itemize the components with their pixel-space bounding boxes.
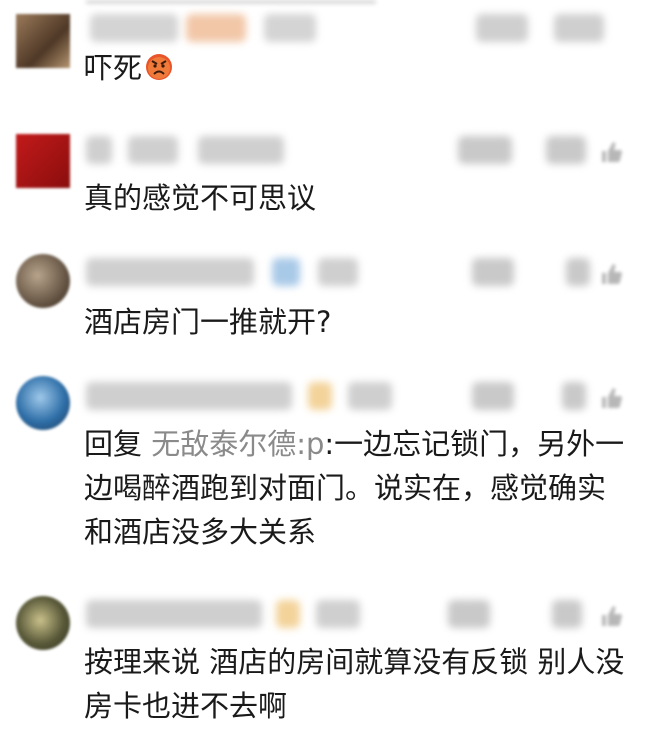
mention-link[interactable]: 无敌泰尔德:p bbox=[151, 427, 324, 461]
comment-meta-redacted bbox=[86, 600, 631, 630]
avatar[interactable] bbox=[16, 254, 70, 308]
comment-meta-redacted bbox=[86, 258, 631, 288]
comment-item: 酒店房门一推就开? bbox=[0, 244, 645, 364]
like-icon[interactable] bbox=[600, 262, 622, 286]
avatar[interactable] bbox=[16, 596, 70, 650]
comment-text: 回复 无敌泰尔德:p:一边忘记锁门，另外一边喝醉酒跑到对面门。说实在，感觉确实和… bbox=[84, 427, 625, 549]
comment-text: 真的感觉不可思议 bbox=[84, 181, 317, 215]
like-icon[interactable] bbox=[600, 604, 622, 628]
comment-text: 酒店房门一推就开? bbox=[84, 305, 332, 339]
comment-text: 按理来说 酒店的房间就算没有反锁 别人没房卡也进不去啊 bbox=[84, 645, 625, 723]
comment-item: 按理来说 酒店的房间就算没有反锁 别人没房卡也进不去啊 bbox=[0, 586, 645, 738]
comment-item: 吓死 bbox=[0, 0, 645, 118]
avatar[interactable] bbox=[16, 14, 70, 68]
comment-text: 吓死 bbox=[84, 46, 634, 90]
angry-face-emoji-icon bbox=[146, 54, 173, 80]
comment-item: 回复 无敌泰尔德:p:一边忘记锁门，另外一边喝醉酒跑到对面门。说实在，感觉确实和… bbox=[0, 364, 645, 586]
avatar[interactable] bbox=[16, 134, 70, 188]
comment-meta-redacted bbox=[86, 136, 631, 166]
comment-meta-redacted bbox=[86, 14, 631, 44]
avatar[interactable] bbox=[16, 376, 70, 430]
comment-meta-redacted bbox=[86, 382, 631, 412]
like-icon[interactable] bbox=[600, 386, 622, 410]
comment-feed: 吓死 真的感觉不可思议 酒店房门一推就开? 回复 无敌泰尔德:p:一边忘记锁门，… bbox=[0, 0, 645, 738]
comment-item: 真的感觉不可思议 bbox=[0, 118, 645, 244]
like-icon[interactable] bbox=[600, 140, 622, 164]
